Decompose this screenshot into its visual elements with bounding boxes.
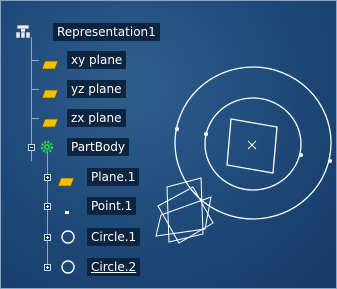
plane-icon <box>41 113 59 132</box>
tree-node-point-1[interactable]: Point.1 <box>39 196 159 216</box>
expand-toggle[interactable] <box>44 174 51 181</box>
plane-icon <box>41 84 59 103</box>
tree-node-label: zx plane <box>67 109 126 127</box>
tree-node-yz-plane[interactable]: yz plane <box>39 79 159 99</box>
tree-node-label: Representation1 <box>53 23 160 41</box>
plane-icon <box>57 172 75 191</box>
tree-node-xy-plane[interactable]: xy plane <box>39 50 159 70</box>
tree-node-label: Point.1 <box>87 197 137 215</box>
tree-connector <box>31 60 39 61</box>
tree-node-label: xy plane <box>67 51 127 69</box>
tree-node-label: yz plane <box>67 80 126 98</box>
3d-viewport[interactable]: Representation1 xy plane yz plane zx pla… <box>0 0 337 289</box>
circle-icon <box>60 229 76 249</box>
tree-connector <box>31 118 39 119</box>
tree-connector <box>31 89 39 90</box>
gear-icon <box>39 139 55 159</box>
collapse-toggle[interactable] <box>28 144 35 151</box>
tree-node-plane-1[interactable]: Plane.1 <box>39 167 159 187</box>
expand-toggle[interactable] <box>44 234 51 241</box>
tree-node-label: Plane.1 <box>87 168 140 186</box>
tree-node-partbody[interactable]: PartBody <box>23 137 163 157</box>
expand-toggle[interactable] <box>44 203 51 210</box>
tree-root-representation[interactable]: Representation1 <box>13 22 193 42</box>
tree-node-zx-plane[interactable]: zx plane <box>39 108 159 128</box>
tree-node-label: Circle.2 <box>87 258 141 276</box>
tree-node-label: Circle.1 <box>87 228 141 246</box>
expand-toggle[interactable] <box>44 264 51 271</box>
representation-icon <box>15 24 31 44</box>
tree-node-circle-1[interactable]: Circle.1 <box>39 227 159 247</box>
tree-node-label: PartBody <box>67 138 129 156</box>
tree-node-circle-2[interactable]: Circle.2 <box>39 257 159 277</box>
point-icon <box>63 202 71 221</box>
specification-tree: Representation1 xy plane yz plane zx pla… <box>1 1 336 288</box>
circle-icon <box>60 259 76 279</box>
plane-icon <box>41 55 59 74</box>
